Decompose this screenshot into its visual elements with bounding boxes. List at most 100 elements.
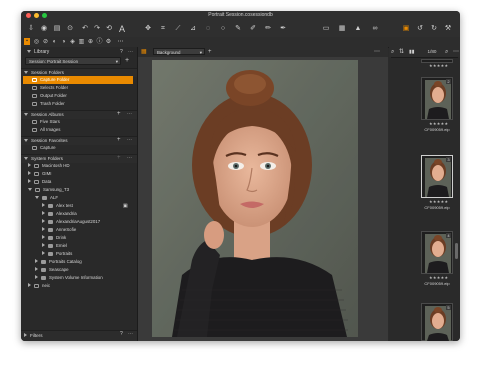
system-folder-item[interactable]: Alex test (39, 202, 73, 210)
local-adjust-tab-icon[interactable]: ▥ (78, 37, 85, 47)
panel-menu-icon[interactable]: ⋯ (128, 329, 133, 339)
rating-stars[interactable]: ★★★★★ (429, 275, 448, 280)
system-folder-label: Alexandria (56, 211, 77, 216)
capture-tab-icon[interactable]: ◎ (33, 37, 40, 47)
add-folder-icon[interactable]: + (117, 153, 121, 163)
system-folder-item[interactable]: Portraits Catalog (32, 258, 82, 266)
system-folder-item[interactable]: Emiel (39, 242, 67, 250)
favorite-capture[interactable]: Capture (32, 144, 56, 152)
info-icon[interactable]: ▦ (337, 24, 347, 34)
reset-icon[interactable]: ↺ (415, 24, 425, 34)
eraser-icon[interactable]: ✐ (248, 24, 258, 34)
picker-icon[interactable]: ✒ (278, 24, 288, 34)
filmstrip-icon[interactable]: ▮▮ (409, 47, 415, 57)
sort-icon[interactable]: ⇅ (399, 47, 404, 57)
output-tab-icon[interactable]: ⊕ (87, 37, 94, 47)
session-folder-trash[interactable]: Trash Folder (32, 100, 65, 108)
system-folder-item[interactable]: ALF (32, 194, 58, 202)
pan-icon[interactable]: ✥ (143, 24, 153, 34)
thumbnail[interactable]: 5 (421, 303, 453, 341)
browser-menu-icon[interactable]: ⋯ (453, 47, 459, 57)
panel-menu-icon[interactable]: ⋯ (127, 135, 132, 145)
folder-icon (41, 268, 46, 272)
redo-icon[interactable]: ↷ (93, 24, 101, 34)
folder-options-icon[interactable]: ▣ (123, 201, 128, 211)
single-view-icon[interactable]: ▦ (141, 47, 147, 57)
glasses-icon[interactable]: ∞ (369, 24, 381, 34)
copy-adjustments-icon[interactable]: ↻ (429, 24, 439, 34)
exposure-tab-icon[interactable]: ◑ (60, 37, 67, 47)
camera-icon[interactable]: ◉ (40, 24, 48, 34)
rotate-icon[interactable]: ⟲ (105, 24, 113, 34)
lens-tab-icon[interactable]: ⊘ (42, 37, 49, 47)
rating-stars[interactable]: ★★★★★ (429, 63, 448, 68)
session-folder-output[interactable]: Output Folder (32, 92, 67, 100)
viewer-menu-icon[interactable]: ⋯ (374, 47, 380, 57)
keystone-icon[interactable]: ⊿ (188, 24, 198, 34)
select-icon[interactable]: ○ (218, 24, 228, 34)
add-album-icon[interactable]: + (117, 109, 121, 119)
library-tab-icon[interactable]: ▪ (24, 38, 30, 45)
batch-tab-icon[interactable]: ⚙ (105, 37, 112, 47)
color-tab-icon[interactable]: ◐ (51, 37, 58, 47)
add-favorite-icon[interactable]: + (117, 135, 121, 145)
rating-stars[interactable]: ★★★★★ (429, 199, 448, 204)
system-folder-item[interactable]: Macintosh HD (25, 162, 70, 170)
collapse-icon[interactable] (27, 50, 31, 53)
tabs-more-icon[interactable]: ⋯ (117, 37, 124, 47)
rating-stars[interactable]: ★★★★★ (429, 121, 448, 126)
help-icon[interactable]: ? (120, 329, 123, 339)
session-folder-selects[interactable]: Selects Folder (32, 84, 68, 92)
background-select[interactable]: Background ▾ (153, 48, 205, 55)
stack-icon[interactable]: ▣ (401, 24, 411, 34)
system-folder-item[interactable]: System Volume Information (32, 274, 103, 282)
panel-menu-icon[interactable]: ⋯ (127, 153, 132, 163)
system-folder-item[interactable]: Portraits (39, 250, 72, 258)
system-folder-item[interactable]: Drink (39, 234, 66, 242)
import-icon[interactable]: ⇩ (27, 24, 35, 34)
album-all-images[interactable]: All Images (32, 126, 61, 134)
add-variant-icon[interactable]: + (208, 47, 212, 57)
panel-menu-icon[interactable]: ⋯ (127, 109, 132, 119)
straighten-icon[interactable]: ⟋ (173, 24, 183, 34)
tether-icon[interactable]: ⊙ (66, 24, 74, 34)
thumbnail-filename: CF009059.eip (424, 281, 450, 286)
system-folder-item[interactable]: Samsung_T3 (25, 186, 69, 194)
search-icon[interactable]: ⌕ (391, 47, 394, 57)
system-folder-item[interactable]: GIMI (25, 170, 52, 178)
window-title: Portrait Session.cosessiondb (208, 12, 273, 18)
system-folder-item[interactable]: Seascape (32, 266, 69, 274)
spot-removal-icon[interactable]: ◌ (203, 24, 213, 34)
text-tool-icon[interactable]: A (117, 24, 127, 34)
system-folder-item[interactable]: neic (25, 282, 50, 290)
help-icon[interactable]: ? (120, 47, 123, 57)
thumbnail[interactable]: 2 (421, 77, 453, 120)
album-five-stars[interactable]: Five Stars (32, 118, 60, 126)
system-folder-item[interactable]: AnneSofie (39, 226, 76, 234)
thumbnail-selected[interactable]: 3 (421, 155, 453, 198)
crop-icon[interactable]: ⌗ (158, 24, 168, 34)
system-folder-item[interactable]: Data (25, 178, 51, 186)
warning-icon[interactable]: ▲ (353, 24, 363, 34)
browser-scrollbar[interactable] (455, 243, 458, 259)
main-photo[interactable] (152, 60, 358, 337)
undo-icon[interactable]: ↶ (81, 24, 89, 34)
system-folder-label: Seascape (49, 267, 69, 272)
details-tab-icon[interactable]: ◈ (69, 37, 76, 47)
session-folder-capture[interactable]: Capture Folder (23, 76, 133, 84)
add-session-icon[interactable]: + (125, 56, 129, 66)
session-select[interactable]: Session: Portrait Session ▾ (25, 57, 121, 65)
folder-icon[interactable]: ▤ (53, 24, 61, 34)
grid-view-icon[interactable]: ▭ (321, 24, 331, 34)
gradient-mask-icon[interactable]: ✏ (263, 24, 273, 34)
expand-icon (42, 203, 45, 207)
system-folder-item[interactable]: AlexandriaAugust2017 (39, 218, 100, 226)
system-folder-item[interactable]: Alexandria (39, 210, 77, 218)
brush-icon[interactable]: ✎ (233, 24, 243, 34)
browser-search-icon[interactable]: ⌕ (445, 47, 448, 57)
divider (391, 57, 458, 58)
folder-icon (48, 244, 53, 248)
metadata-tab-icon[interactable]: ⓘ (96, 37, 103, 47)
apply-adjustments-icon[interactable]: ⚒ (443, 24, 453, 34)
thumbnail[interactable]: 4 (421, 231, 453, 274)
